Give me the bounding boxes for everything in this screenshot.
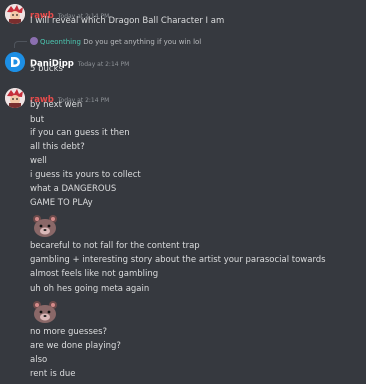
message-text: all this debt? [30,142,85,152]
chat-log: rawb Today at 2:14 PM I will reveal which… [0,0,366,384]
message-text: if you can guess it then [30,128,130,138]
message-text: also [30,355,48,365]
message-text: what a DANGEROUS [30,184,117,194]
message-text: I will reveal which Dragon Ball Characte… [30,16,225,26]
message-text: are we done playing? [30,341,121,351]
message-text: almost feels like not gambling [30,269,159,279]
message-text: 5 bucks [30,64,63,74]
rawb-avatar-icon[interactable] [5,4,25,24]
message-text: well [30,156,47,166]
message-text: gambling + interesting story about the a… [30,255,326,265]
timestamp: Today at 2:14 PM [77,61,130,68]
message-text: but [30,115,45,125]
reply-preview[interactable]: Queonthing Do you get anything if you wi… [30,37,201,46]
bear-emote-icon [30,300,60,324]
message-text: uh oh hes going meta again [30,284,150,294]
reply-author[interactable]: Queonthing [40,38,81,46]
message-text: by next wen [30,100,83,110]
reply-text: Do you get anything if you win lol [83,38,202,46]
reply-avatar-icon [30,37,38,45]
message-text: i guess its yours to collect [30,170,141,180]
dani-avatar-icon[interactable] [5,52,25,72]
message-text: becareful to not fall for the content tr… [30,241,200,251]
message-text: no more guesses? [30,327,108,337]
rawb-avatar-icon[interactable] [5,88,25,108]
reply-connector [14,41,27,48]
message-text: rent is due [30,369,76,379]
bear-emote-icon [30,214,60,238]
message-text: GAME TO PLAy [30,198,93,208]
